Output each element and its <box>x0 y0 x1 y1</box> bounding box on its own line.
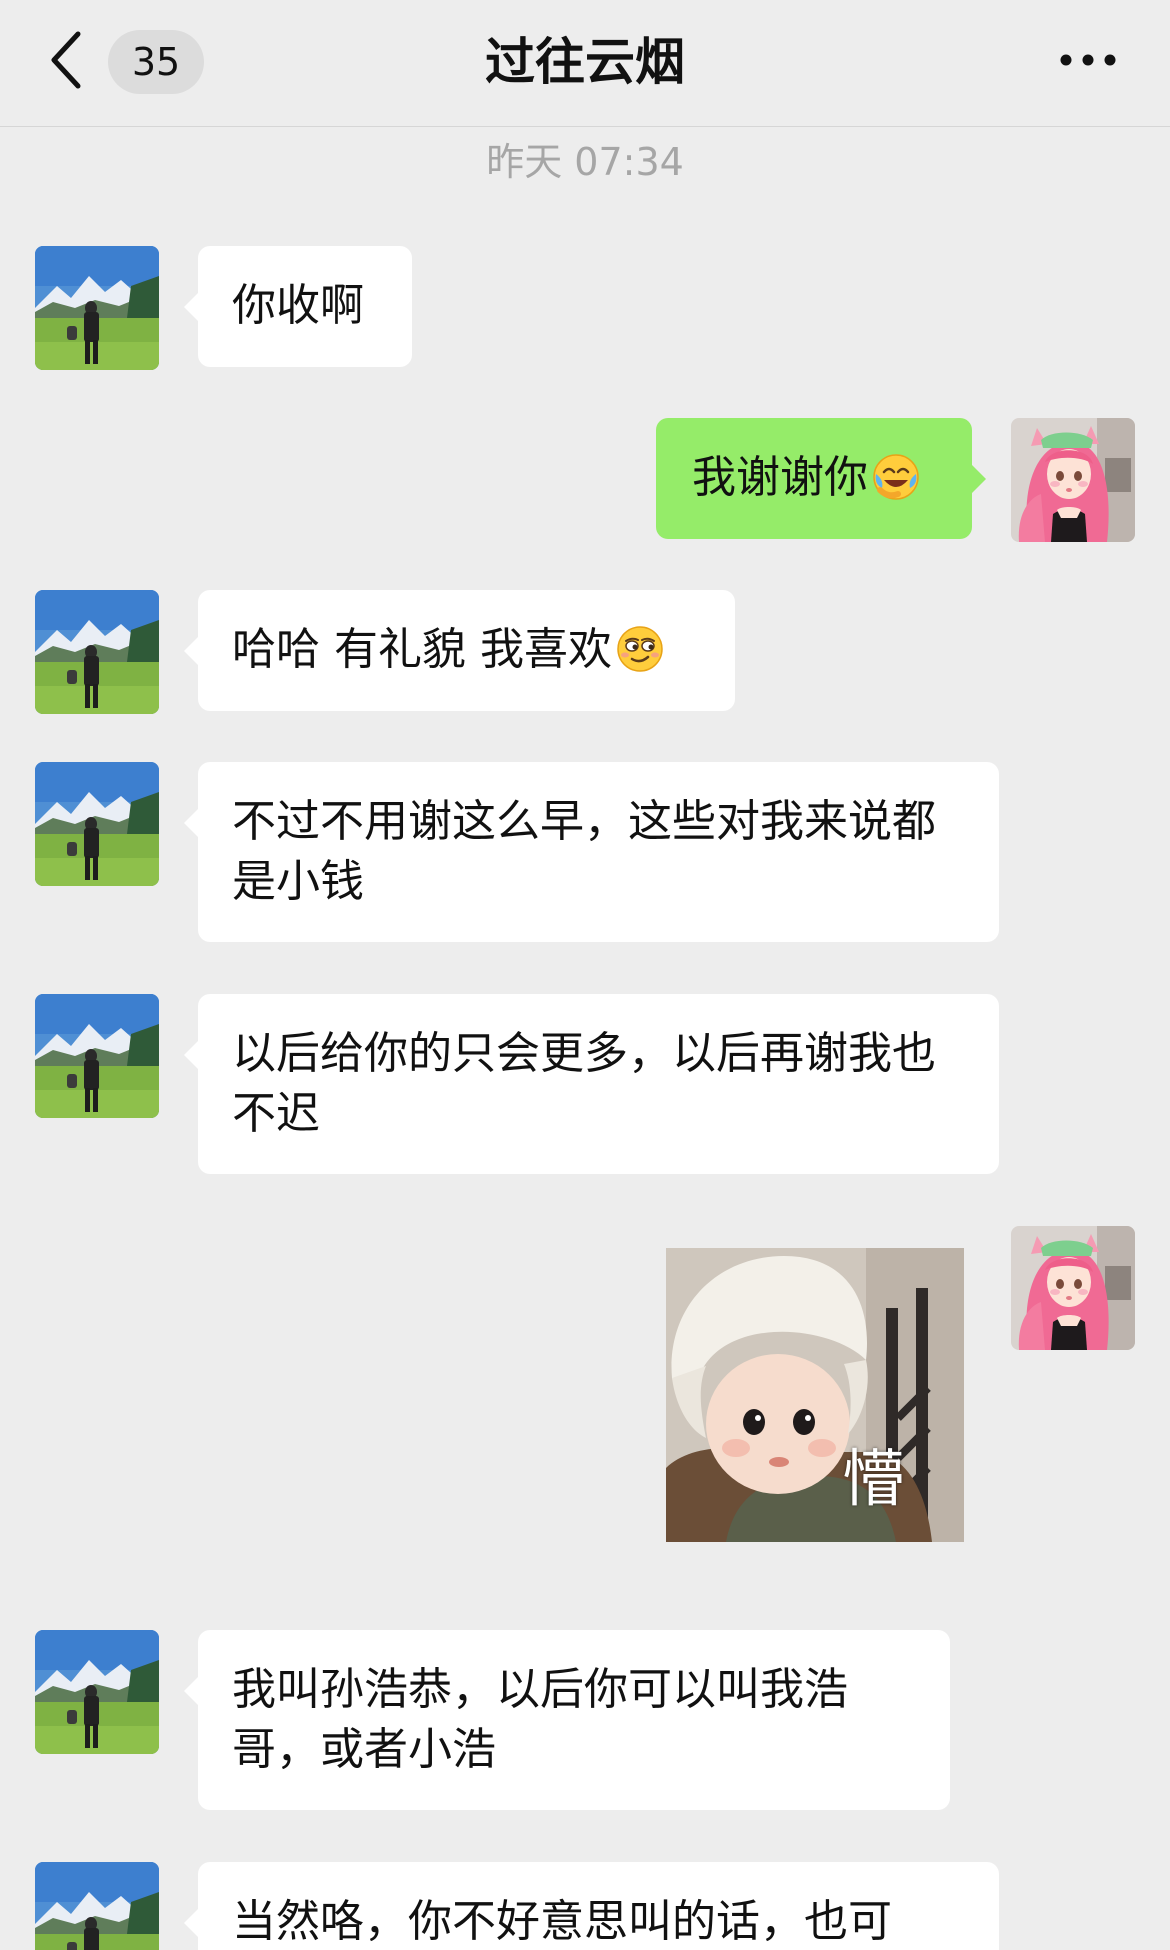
incoming-message-bubble[interactable]: 你收啊 <box>184 246 412 367</box>
contact-avatar[interactable] <box>35 762 159 886</box>
incoming-message-bubble[interactable]: 我叫孙浩恭，以后你可以叫我浩哥，或者小浩 <box>184 1630 950 1810</box>
my-avatar[interactable] <box>1011 1226 1135 1350</box>
contact-avatar[interactable] <box>35 590 159 714</box>
more-dots-icon <box>1060 54 1116 66</box>
sticker-caption: 懵 <box>841 1442 904 1515</box>
incoming-message-bubble[interactable]: 当然咯，你不好意思叫的话，也可 <box>184 1862 999 1950</box>
chat-title: 过往云烟 <box>485 33 685 91</box>
contact-avatar[interactable] <box>35 1862 159 1950</box>
baby-sticker-image <box>666 1248 964 1542</box>
chat-header: 35 过往云烟 <box>0 0 1170 127</box>
incoming-message-bubble[interactable]: 以后给你的只会更多，以后再谢我也不迟 <box>184 994 999 1174</box>
message-text: 当然咯，你不好意思叫的话，也可 <box>232 1896 892 1947</box>
chevron-left-icon <box>51 31 81 89</box>
sticker-message[interactable]: 懵 <box>666 1248 964 1542</box>
contact-avatar[interactable] <box>35 246 159 370</box>
contact-avatar[interactable] <box>35 1630 159 1754</box>
unread-count-badge[interactable]: 35 <box>108 30 204 94</box>
message-text: 哈哈 有礼貌 我喜欢 <box>232 624 612 675</box>
message-text: 不过不用谢这么早，这些对我来说都是小钱 <box>232 796 936 907</box>
contact-avatar[interactable] <box>35 994 159 1118</box>
my-avatar[interactable] <box>1011 418 1135 542</box>
incoming-message-bubble[interactable]: 不过不用谢这么早，这些对我来说都是小钱 <box>184 762 999 942</box>
incoming-message-bubble[interactable]: 哈哈 有礼貌 我喜欢 <box>184 590 735 711</box>
outgoing-message-bubble[interactable]: 我谢谢你 <box>656 418 986 539</box>
message-timestamp: 昨天 07:34 <box>486 140 684 184</box>
chat-screen: 35 过往云烟 昨天 07:34 你收啊 我谢谢你 哈哈 有礼貌 我喜欢 不过不… <box>0 0 1170 1950</box>
laughing-crying-emoji-icon <box>870 450 922 502</box>
more-button[interactable] <box>1058 36 1118 84</box>
message-text: 我叫孙浩恭，以后你可以叫我浩哥，或者小浩 <box>232 1664 848 1775</box>
smirk-emoji-icon <box>614 622 666 674</box>
message-text: 我谢谢你 <box>692 452 868 503</box>
back-button[interactable] <box>38 24 98 96</box>
message-text: 你收啊 <box>232 280 364 331</box>
message-text: 以后给你的只会更多，以后再谢我也不迟 <box>232 1028 936 1139</box>
